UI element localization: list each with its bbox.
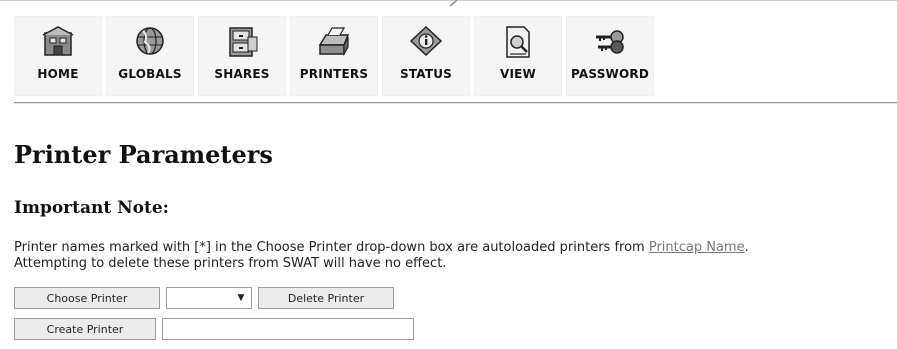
choose-printer-row: Choose Printer ▼ Delete Printer [14, 287, 394, 309]
note-line-2: Attempting to delete these printers from… [14, 256, 447, 271]
top-mark [449, 0, 458, 7]
password-button[interactable]: PASSWORD [566, 16, 654, 96]
dropdown-arrow-icon: ▼ [237, 293, 245, 303]
note-text-part2: . [744, 240, 749, 255]
create-printer-input[interactable] [162, 318, 414, 340]
home-button[interactable]: HOME [14, 16, 102, 96]
note-text-part1: Printer names marked with [*] in the Cho… [14, 240, 649, 255]
header-divider [14, 102, 897, 104]
globe-icon [136, 27, 164, 55]
shares-label: SHARES [214, 67, 270, 81]
home-label: HOME [37, 67, 79, 81]
globals-button[interactable]: GLOBALS [106, 16, 194, 96]
printer-select[interactable]: ▼ [166, 287, 252, 309]
swat-toolbar: HOME GLOBALS SHARES PRINTERS STATUS VIEW… [14, 16, 654, 96]
delete-printer-button[interactable]: Delete Printer [258, 287, 394, 309]
globals-label: GLOBALS [118, 67, 182, 81]
printers-label: PRINTERS [299, 67, 369, 81]
page-title: Printer Parameters [14, 140, 273, 169]
note-text: Printer names marked with [*] in the Cho… [14, 240, 897, 272]
home-icon [42, 26, 74, 56]
password-label: PASSWORD [571, 67, 649, 81]
shares-icon [229, 27, 258, 57]
view-icon [506, 26, 530, 58]
create-printer-row: Create Printer [14, 318, 414, 340]
create-printer-button[interactable]: Create Printer [14, 318, 156, 340]
keys-icon [596, 30, 624, 54]
note-line-1: Printer names marked with [*] in the Cho… [14, 240, 897, 256]
printers-button[interactable]: PRINTERS [290, 16, 378, 96]
printcap-name-link[interactable]: Printcap Name [649, 240, 745, 255]
status-label: STATUS [399, 67, 453, 81]
status-icon [409, 25, 443, 57]
view-label: VIEW [500, 67, 536, 81]
status-button[interactable]: STATUS [382, 16, 470, 96]
choose-printer-button[interactable]: Choose Printer [14, 287, 160, 309]
printer-icon [318, 27, 350, 57]
important-note-heading: Important Note: [14, 198, 169, 218]
shares-button[interactable]: SHARES [198, 16, 286, 96]
view-button[interactable]: VIEW [474, 16, 562, 96]
